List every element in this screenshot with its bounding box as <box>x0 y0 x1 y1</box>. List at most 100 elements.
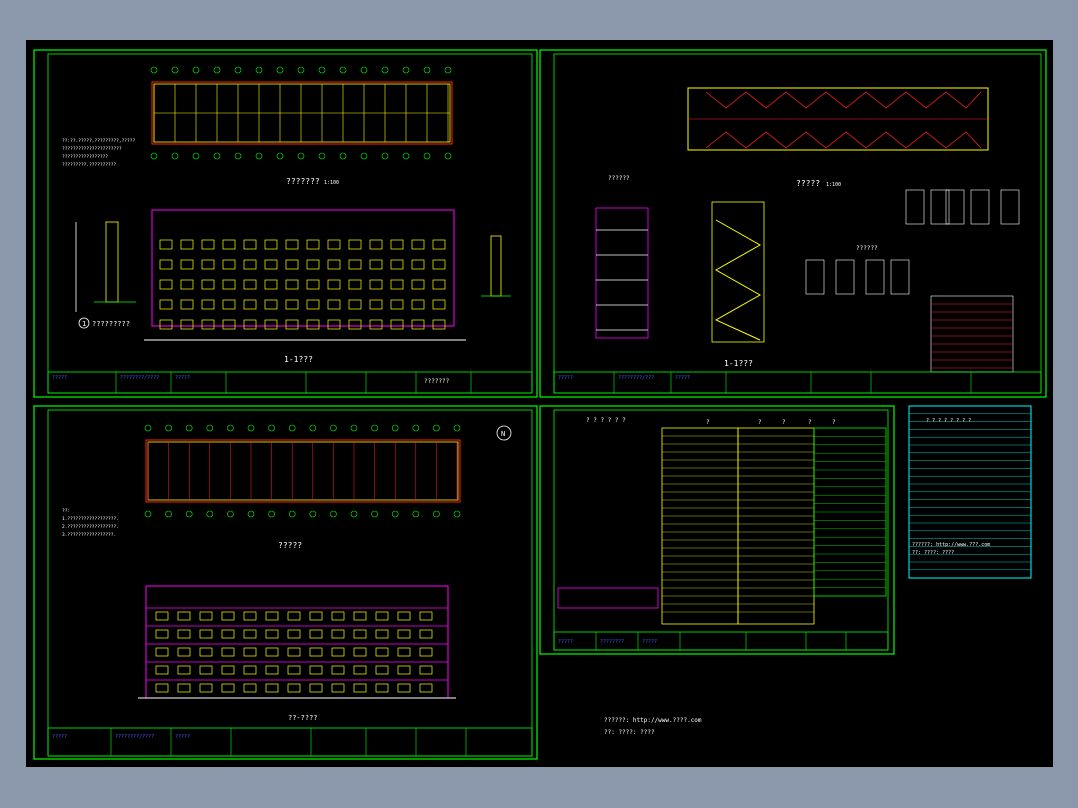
window <box>177 629 191 639</box>
window <box>265 611 279 621</box>
sheet3-tb-cell: ????????/???? <box>115 734 154 740</box>
window <box>264 239 278 250</box>
window <box>222 299 236 310</box>
window <box>221 629 235 639</box>
window <box>348 259 362 270</box>
grid-bubble <box>309 510 317 518</box>
window <box>243 665 257 675</box>
grid-bubble <box>444 66 452 74</box>
window <box>287 611 301 621</box>
window <box>180 319 194 330</box>
window <box>199 629 213 639</box>
window <box>221 683 235 693</box>
grid-bubble <box>144 424 152 432</box>
title-block-3 <box>47 727 533 757</box>
sheet2-section <box>595 207 649 339</box>
window <box>353 647 367 657</box>
window <box>177 611 191 621</box>
grid-bubble <box>381 152 389 160</box>
window <box>331 665 345 675</box>
grid-bubble <box>276 66 284 74</box>
window <box>264 319 278 330</box>
sheet3-elevation <box>138 585 456 699</box>
window <box>201 239 215 250</box>
window <box>265 683 279 693</box>
sheet3-note-line: ??: <box>62 508 70 514</box>
door-elevation <box>1000 189 1020 225</box>
grid-bubble <box>206 424 214 432</box>
window <box>287 629 301 639</box>
sheet-4[interactable] <box>539 405 895 655</box>
window <box>369 239 383 250</box>
window <box>243 239 257 250</box>
sheet2-tb-cell: ????????/??? <box>618 375 654 381</box>
cad-canvas[interactable]: ??????? 1:100 1-1??? 1 ????????? ??:??.?… <box>26 40 1053 767</box>
watermark-line: ??: ????: ???? <box>604 729 655 736</box>
window <box>419 665 433 675</box>
grid-bubble <box>350 424 358 432</box>
cad-drawing[interactable]: ??????? 1:100 1-1??? 1 ????????? ??:??.?… <box>26 40 1053 767</box>
sheet4-header: ? ? ? ? ? ? <box>586 417 626 424</box>
window <box>264 259 278 270</box>
window <box>331 611 345 621</box>
window <box>221 611 235 621</box>
grid-bubble <box>339 66 347 74</box>
window <box>419 647 433 657</box>
sheet1-plan-scale: 1:100 <box>324 180 339 186</box>
window <box>159 279 173 290</box>
grid-bubble <box>276 152 284 160</box>
grid-bubble <box>412 424 420 432</box>
window <box>348 239 362 250</box>
grid-bubble <box>433 424 440 432</box>
sheet4-col-head: ? <box>706 419 710 426</box>
sheet1-note-line: ?????????????????????? <box>62 146 122 152</box>
window <box>201 299 215 310</box>
sheet3-floor-plan <box>144 424 461 518</box>
window <box>309 647 323 657</box>
grid-bubble <box>227 510 234 518</box>
grid-bubble <box>227 424 234 432</box>
sheet2-door-schedule <box>805 189 1020 373</box>
sheet3-note-line: 2.??????????????????. <box>62 524 119 530</box>
window <box>265 665 279 675</box>
window <box>411 259 425 270</box>
window <box>180 239 194 250</box>
window <box>375 683 389 693</box>
window <box>201 319 215 330</box>
window <box>432 259 446 270</box>
window <box>201 259 215 270</box>
window <box>155 665 169 675</box>
window <box>390 319 404 330</box>
grid-bubble <box>391 424 399 432</box>
grid-bubble <box>213 66 221 74</box>
sheet3-tb-cell: ????? <box>52 734 67 740</box>
sheet-3[interactable] <box>33 405 538 760</box>
grid-bubble <box>247 510 255 518</box>
window <box>287 665 301 675</box>
window <box>432 239 446 250</box>
sheet-2[interactable] <box>539 49 1047 398</box>
grid-bubble <box>171 66 179 74</box>
sheet4-tb-cell: ????? <box>642 639 657 645</box>
grid-bubble <box>165 510 172 518</box>
window <box>222 259 236 270</box>
sheet2-plan-title: ????? <box>796 179 820 188</box>
window <box>265 629 279 639</box>
window <box>353 629 367 639</box>
window <box>348 319 362 330</box>
window <box>243 629 257 639</box>
sheet1-detail-num: 1 <box>82 320 86 328</box>
sheet-1[interactable] <box>33 49 538 398</box>
window <box>285 279 299 290</box>
window <box>285 299 299 310</box>
window <box>397 683 411 693</box>
door-elevation <box>970 189 990 225</box>
grid-bubble <box>412 510 420 518</box>
window <box>432 299 446 310</box>
grid-bubble <box>318 66 326 74</box>
grid-bubble <box>297 66 305 74</box>
window <box>287 683 301 693</box>
window <box>199 665 213 675</box>
grid-bubble <box>423 66 431 74</box>
sheet4-tb-cell: ????? <box>558 639 573 645</box>
